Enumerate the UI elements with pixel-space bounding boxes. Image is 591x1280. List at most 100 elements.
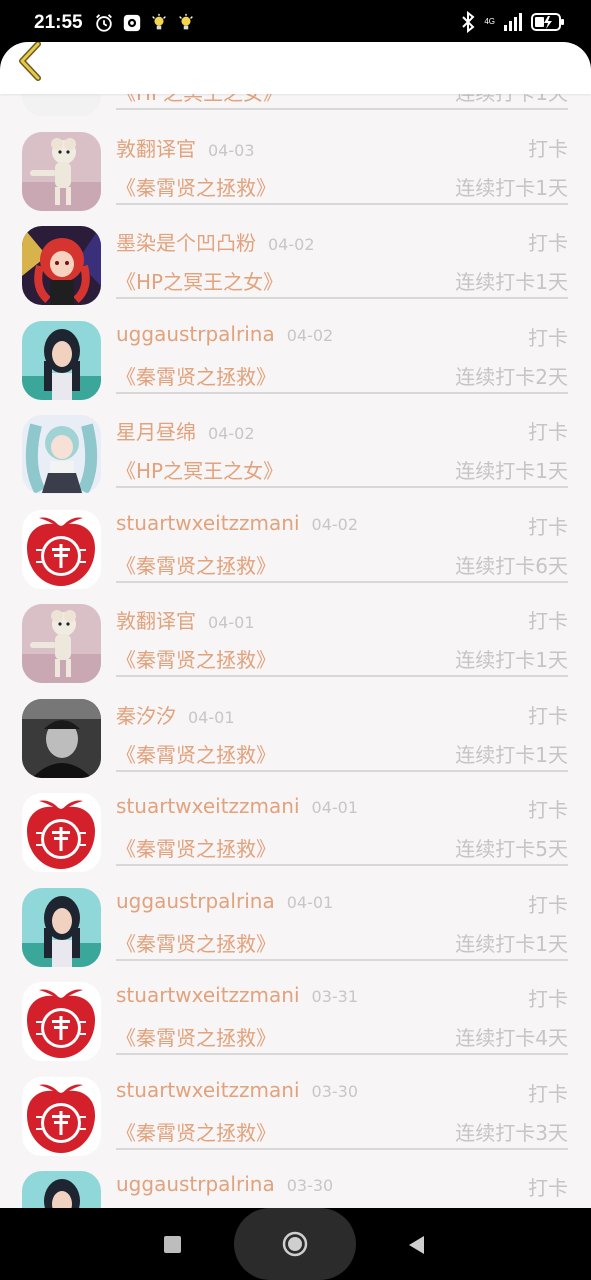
row-divider [116,958,568,961]
row-divider [116,769,568,772]
checkin-list-container: 打卡《HP之冥王之女》连续打卡1天敦翻译官04-03打卡《秦霄贤之拯救》连续打卡… [0,94,591,1208]
checkin-row[interactable]: uggaustrpalrina 04-01 打卡 《秦霄贤之拯救》 连续打卡1天 [0,882,591,977]
row-divider [116,202,568,205]
row-divider [116,108,568,110]
user-avatar[interactable] [22,1171,101,1208]
checkin-button[interactable]: 打卡 [528,133,568,162]
chevron-left-icon [19,42,41,81]
row-divider [116,580,568,583]
checkin-list: 打卡《HP之冥王之女》连续打卡1天敦翻译官04-03打卡《秦霄贤之拯救》连续打卡… [0,94,591,1208]
checkin-row[interactable]: 墨染是个凹凸粉 04-02 打卡 《HP之冥王之女》 连续打卡1天 [0,220,591,315]
user-avatar[interactable] [22,415,101,494]
checkin-row[interactable]: stuartwxeitzzmani 03-30 打卡 《秦霄贤之拯救》 连续打卡3天 [0,1071,591,1166]
user-avatar[interactable] [22,131,101,211]
back-button[interactable] [10,42,50,82]
user-avatar[interactable] [22,94,101,116]
alarm-icon [96,14,112,32]
user-name[interactable]: stuartwxeitzzmani [116,511,300,535]
user-name[interactable]: stuartwxeitzzmani [116,1078,300,1102]
user-avatar[interactable] [22,226,101,305]
user-avatar[interactable] [22,887,101,967]
user-avatar[interactable] [22,1076,101,1156]
book-title-link[interactable]: 《秦霄贤之拯救》 [116,361,276,390]
checkin-date: 03-30 [311,1081,359,1101]
checkin-date: 03-31 [311,987,359,1006]
checkin-button[interactable]: 打卡 [528,700,568,729]
user-name[interactable]: uggaustrpalrina [116,1172,275,1196]
checkin-streak: 连续打卡1天 [455,94,568,106]
checkin-button[interactable]: 打卡 [528,227,568,256]
user-avatar[interactable] [22,604,101,683]
recent-apps-button[interactable] [164,1236,181,1253]
checkin-row[interactable]: 星月昼绵 04-02 打卡 《HP之冥王之女》 连续打卡1天 [0,409,591,504]
user-avatar[interactable] [22,793,101,872]
book-title-link[interactable]: 《秦霄贤之拯救》 [116,644,276,673]
checkin-button[interactable]: 打卡 [528,889,568,918]
checkin-row[interactable]: 打卡《HP之冥王之女》连续打卡1天 [0,94,591,126]
checkin-row[interactable]: 敦翻译官 04-03 打卡 《秦霄贤之拯救》 连续打卡1天 [0,126,591,221]
checkin-row[interactable]: 秦汐汐 04-01 打卡《秦霄贤之拯救》 连续打卡1天 [0,693,591,788]
checkin-date: 04-02 [268,235,315,254]
checkin-streak: 连续打卡1天 [455,648,568,672]
checkin-date: 04-01 [208,613,255,632]
user-name-line: uggaustrpalrina 04-02 [116,322,333,346]
user-name[interactable]: 敦翻译官 [116,609,196,633]
checkin-button[interactable]: 打卡 [528,1172,568,1201]
checkin-date: 04-02 [208,424,255,443]
book-title-link[interactable]: 《秦霄贤之拯救》 [116,1117,276,1146]
user-avatar[interactable] [22,509,101,589]
notification-bulb-icon [152,13,166,30]
book-title-link[interactable]: 《秦霄贤之拯救》 [116,928,276,957]
checkin-button[interactable]: 打卡 [528,1078,568,1107]
book-title-link[interactable]: 《秦霄贤之拯救》 [116,172,276,201]
user-name-line: 敦翻译官 04-01 [116,605,255,634]
network-type-label: 4G [484,17,495,26]
book-title-link[interactable]: 《HP之冥王之女》 [116,455,283,484]
row-divider [116,675,568,677]
book-title-link[interactable]: 《HP之冥王之女》 [116,94,283,106]
checkin-date: 04-01 [286,892,334,912]
row-divider [116,1147,568,1150]
checkin-button[interactable]: 打卡 [528,605,568,634]
book-title-link[interactable]: 《秦霄贤之拯救》 [116,739,276,768]
user-name[interactable]: 星月昼绵 [116,420,196,444]
checkin-row[interactable]: stuartwxeitzzmani 04-01 打卡 《秦霄贤之拯救》 连续打卡5天 [0,787,591,882]
checkin-streak: 连续打卡2天 [455,364,568,389]
user-avatar[interactable] [22,982,101,1061]
checkin-row[interactable]: uggaustrpalrina 04-02 打卡《秦霄贤之拯救》 连续打卡2天 [0,315,591,410]
notification-bulb-icon [179,13,193,30]
book-title-link[interactable]: 《秦霄贤之拯救》 [116,550,276,579]
checkin-row[interactable]: stuartwxeitzzmani 03-31 打卡《秦霄贤之拯救》 连续打卡4天 [0,976,591,1071]
user-avatar[interactable] [22,698,101,778]
user-name-line: 星月昼绵 04-02 [116,416,255,445]
checkin-streak: 连续打卡4天 [455,1026,568,1050]
checkin-row[interactable]: uggaustrpalrina 03-30 打卡 [0,1165,591,1208]
user-avatar[interactable] [22,320,101,400]
user-name[interactable]: 敦翻译官 [116,137,196,161]
user-name[interactable]: uggaustrpalrina [116,889,275,913]
user-name[interactable]: 墨染是个凹凸粉 [116,231,256,255]
user-name[interactable]: uggaustrpalrina [116,322,275,346]
book-title-link[interactable]: 《秦霄贤之拯救》 [116,833,276,862]
checkin-button[interactable]: 打卡 [528,983,568,1012]
book-title-link[interactable]: 《秦霄贤之拯救》 [116,1022,276,1051]
user-name[interactable]: stuartwxeitzzmani [116,983,300,1007]
user-name-line: stuartwxeitzzmani 04-02 [116,511,358,535]
user-name[interactable]: 秦汐汐 [116,704,176,728]
back-triangle-icon[interactable] [406,1234,426,1256]
book-title-link[interactable]: 《HP之冥王之女》 [116,266,283,295]
checkin-streak: 连续打卡1天 [455,175,568,200]
user-name-line: 墨染是个凹凸粉 04-02 [116,227,315,256]
user-name[interactable]: stuartwxeitzzmani [116,794,300,818]
home-button[interactable] [234,1208,356,1280]
checkin-button[interactable]: 打卡 [528,794,568,823]
checkin-button[interactable]: 打卡 [528,322,568,351]
checkin-button[interactable]: 打卡 [528,416,568,445]
checkin-row[interactable]: stuartwxeitzzmani 04-02 打卡 《秦霄贤之拯救》 连续打卡6天 [0,504,591,599]
user-name-line: uggaustrpalrina 04-01 [116,889,333,913]
battery-charging-icon [531,13,564,31]
checkin-streak: 连续打卡1天 [455,742,568,767]
checkin-date: 04-01 [188,707,235,727]
checkin-row[interactable]: 敦翻译官 04-01 打卡《秦霄贤之拯救》 连续打卡1天 [0,598,591,693]
checkin-button[interactable]: 打卡 [528,511,568,540]
